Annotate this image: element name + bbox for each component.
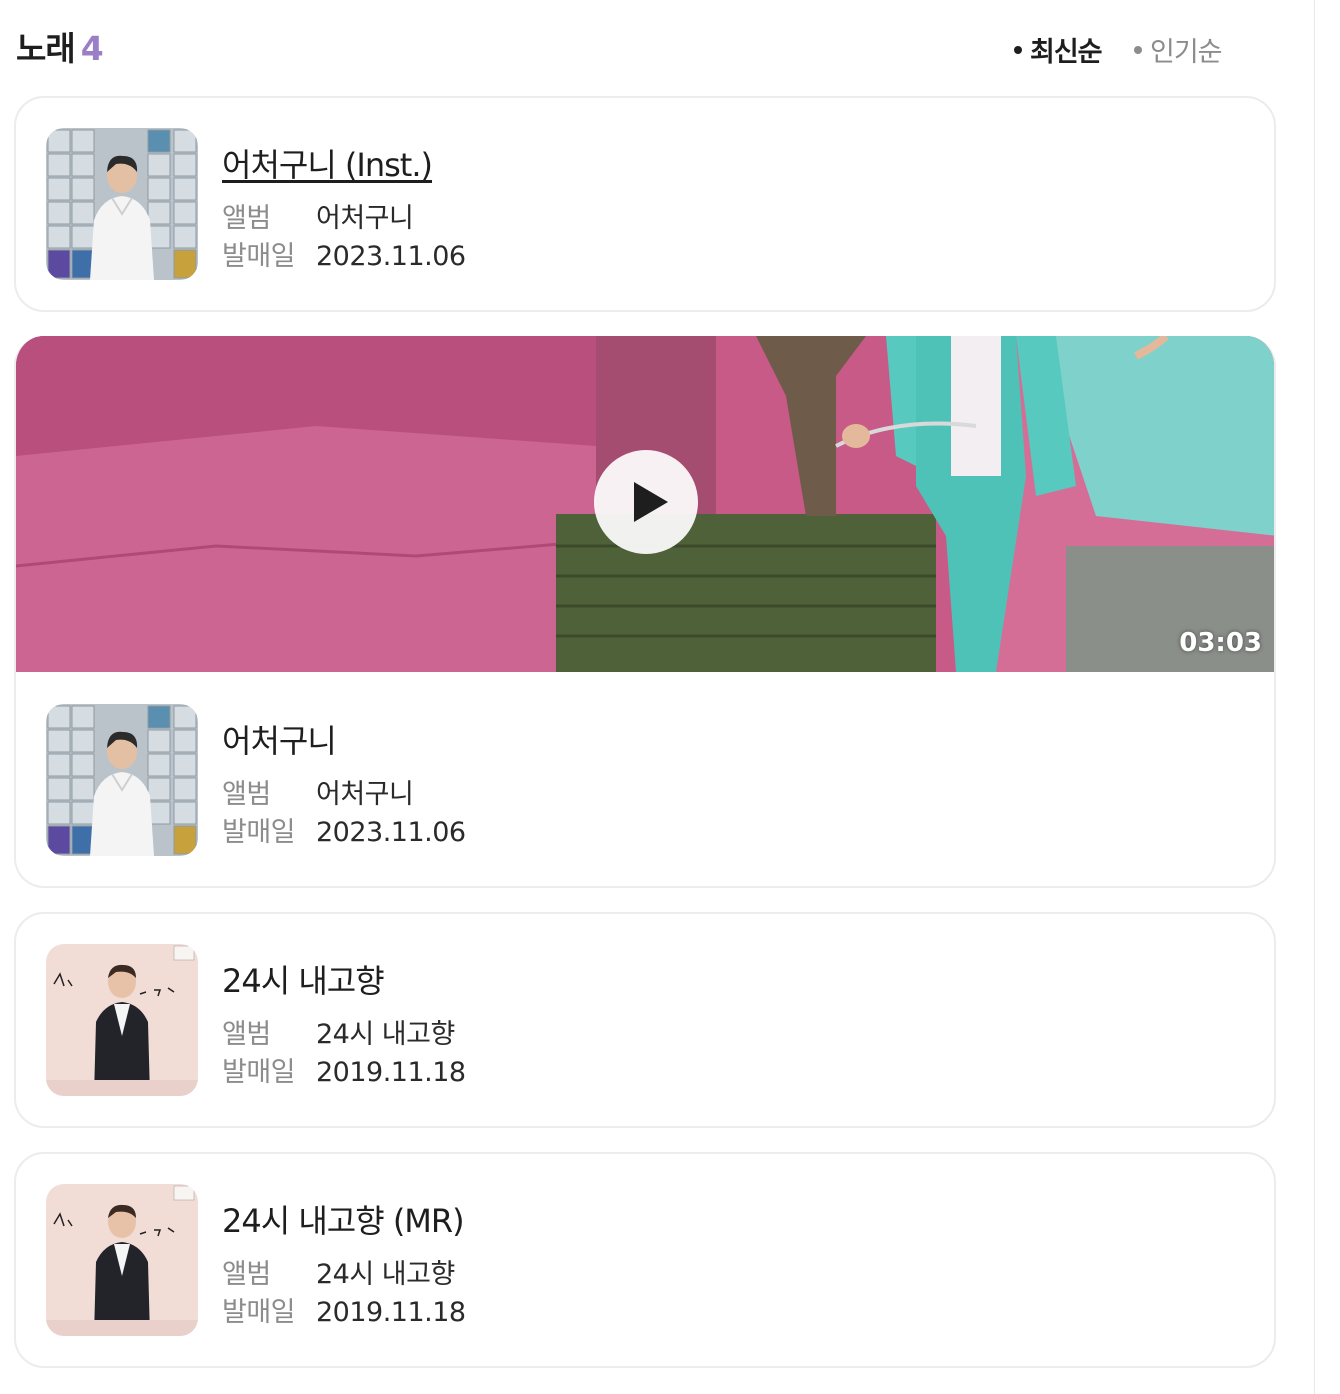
play-icon — [634, 482, 668, 522]
release-date-row: 발매일 2023.11.06 — [222, 817, 466, 848]
album-cover-image[interactable] — [46, 128, 198, 280]
play-button[interactable] — [594, 450, 698, 554]
album-cover-image[interactable] — [46, 1184, 198, 1336]
bullet-icon — [1014, 45, 1022, 54]
album-row: 앨범 24시 내고향 — [222, 1019, 455, 1050]
album-name[interactable]: 어처구니 — [316, 779, 414, 810]
album-row: 앨범 24시 내고향 — [222, 1259, 455, 1290]
sort-latest-button[interactable]: 최신순 — [1014, 30, 1103, 69]
section-title-label: 노래 — [16, 29, 76, 68]
release-date: 2019.11.18 — [316, 1057, 466, 1088]
album-row: 앨범 어처구니 — [222, 203, 414, 234]
release-date-row: 발매일 2023.11.06 — [222, 241, 466, 272]
song-title[interactable]: 어처구니 — [222, 716, 337, 762]
album-name[interactable]: 24시 내고향 — [316, 1019, 455, 1050]
video-duration: 03:03 — [1179, 628, 1262, 658]
album-name[interactable]: 어처구니 — [316, 203, 414, 234]
release-date: 2019.11.18 — [316, 1297, 466, 1328]
release-date: 2023.11.06 — [316, 241, 466, 272]
song-card[interactable]: 어처구니 (Inst.) 앨범 어처구니 발매일 2023.11.06 — [14, 96, 1276, 312]
song-count: 4 — [80, 29, 104, 68]
bullet-icon — [1134, 45, 1142, 54]
music-video-thumbnail[interactable]: 03:03 — [16, 336, 1274, 672]
songs-section-header: 노래 4 최신순 인기순 — [16, 22, 1276, 70]
release-date: 2023.11.06 — [316, 817, 466, 848]
song-card[interactable]: 24시 내고향 앨범 24시 내고향 발매일 2019.11.18 — [14, 912, 1276, 1128]
album-cover-image[interactable] — [46, 944, 198, 1096]
panel-right-border — [1314, 0, 1315, 1394]
song-title-link[interactable]: 어처구니 (Inst.) — [222, 140, 433, 186]
song-card[interactable]: 24시 내고향 (MR) 앨범 24시 내고향 발매일 2019.11.18 — [14, 1152, 1276, 1368]
song-title[interactable]: 24시 내고향 (MR) — [222, 1196, 465, 1242]
sort-popular-button[interactable]: 인기순 — [1134, 30, 1223, 69]
album-row: 앨범 어처구니 — [222, 779, 414, 810]
song-card-with-video[interactable]: 03:03 어처구니 앨범 어처구니 발매일 2023.11.06 — [14, 336, 1276, 888]
song-title[interactable]: 24시 내고향 — [222, 956, 385, 1002]
release-date-row: 발매일 2019.11.18 — [222, 1297, 466, 1328]
section-title: 노래 4 — [16, 22, 104, 70]
album-name[interactable]: 24시 내고향 — [316, 1259, 455, 1290]
release-date-row: 발매일 2019.11.18 — [222, 1057, 466, 1088]
album-cover-image[interactable] — [46, 704, 198, 856]
